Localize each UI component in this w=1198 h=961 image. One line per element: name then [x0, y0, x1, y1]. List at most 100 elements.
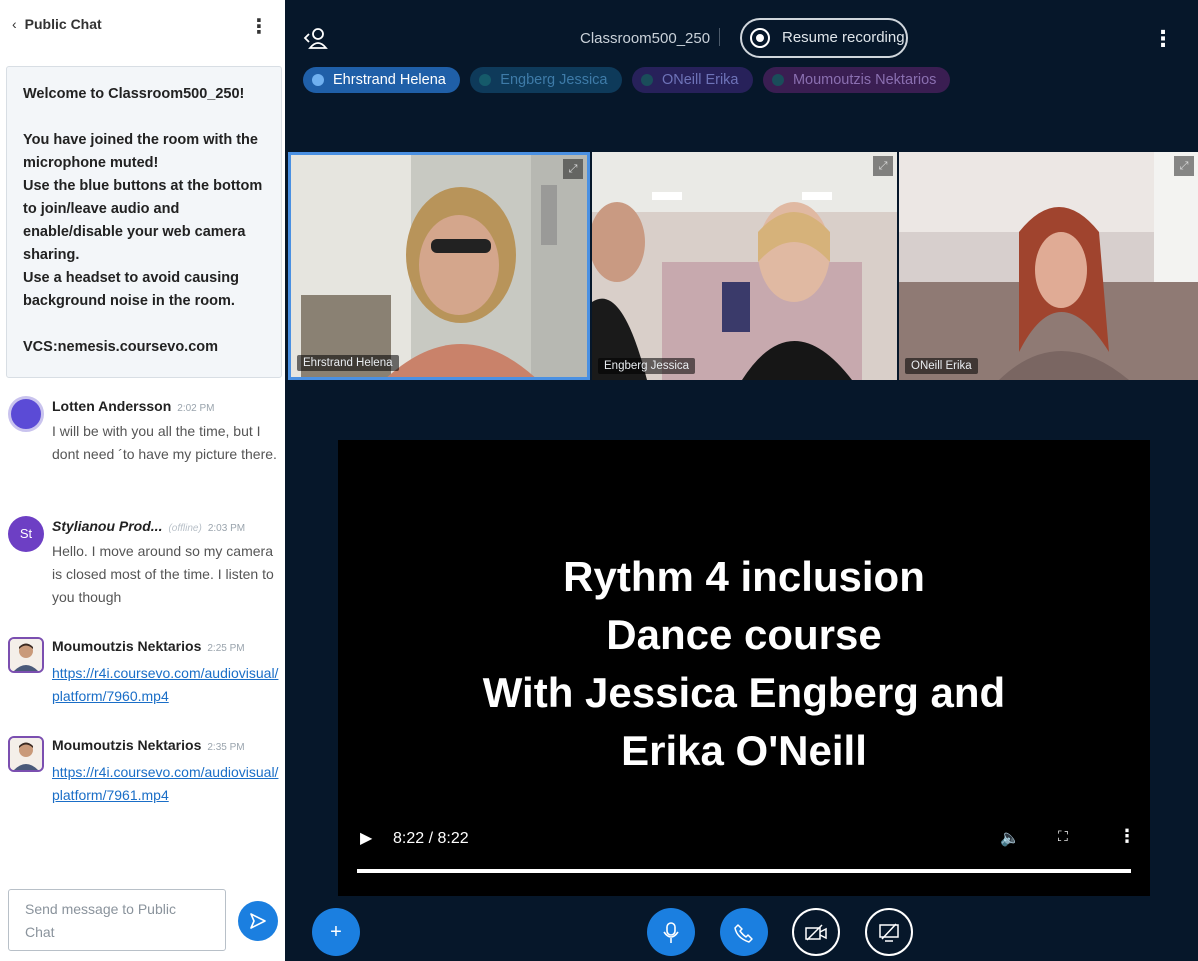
person-icon [10, 738, 42, 770]
webcam-tile[interactable]: Engberg Jessica ⤢ [592, 152, 897, 380]
tile-user-name[interactable]: ONeill Erika [905, 358, 978, 374]
external-video-player[interactable]: Rythm 4 inclusion Dance course With Jess… [338, 440, 1150, 896]
welcome-suffix: ! [239, 86, 245, 102]
video-title: Rythm 4 inclusion Dance course With Jess… [338, 548, 1150, 780]
send-button[interactable] [238, 901, 278, 941]
message-author: Moumoutzis Nektarios [52, 737, 202, 753]
fullscreen-icon[interactable]: ⛶ [1058, 828, 1068, 845]
volume-icon[interactable]: 🔈 [1000, 828, 1020, 848]
webcam-video [291, 155, 587, 377]
welcome-line: Welcome to Classroom500_250! [23, 83, 271, 106]
avatar [8, 637, 44, 673]
welcome-muted-text: You have joined the room with the microp… [23, 132, 258, 171]
fullscreen-icon[interactable]: ⤢ [1174, 156, 1194, 176]
message-text: https://r4i.coursevo.com/audiovisual/pla… [52, 662, 282, 708]
options-menu-icon[interactable]: ⋮ [1152, 26, 1174, 52]
main-area: Classroom500_250 Resume recording ⋮ Ehrs… [285, 0, 1198, 961]
message-text: I will be with you all the time, but I d… [52, 423, 277, 462]
chat-options-icon[interactable]: ⋮ [249, 14, 269, 39]
divider [719, 28, 720, 46]
microphone-icon [663, 921, 679, 943]
webcam-tile[interactable]: ONeill Erika ⤢ [899, 152, 1198, 380]
video-title-line: Rythm 4 inclusion [563, 553, 925, 600]
talking-indicator: Ehrstrand Helena Engberg Jessica ONeill … [303, 67, 956, 93]
person-icon [10, 639, 42, 671]
action-bar: + [285, 906, 1198, 961]
talker-name: Moumoutzis Nektarios [792, 72, 937, 88]
video-title-line: Dance course [606, 611, 882, 658]
time-readout: 8:22 / 8:22 [393, 830, 469, 847]
video-controls: ▶ 8:22 / 8:22 🔈 ⛶ ⋮ [338, 822, 1150, 862]
talker-name: ONeill Erika [661, 72, 739, 88]
message-author: Lotten Andersson [52, 398, 172, 414]
message-header: Stylianou Prod... (offline) 2:03 PM [52, 518, 245, 534]
talker-chip[interactable]: ONeill Erika [631, 67, 753, 93]
video-title-line: Erika O'Neill [621, 727, 867, 774]
fullscreen-icon[interactable]: ⤢ [563, 159, 583, 179]
talker-chip[interactable]: Ehrstrand Helena [303, 67, 460, 93]
talker-chip[interactable]: Engberg Jessica [470, 67, 622, 93]
leave-audio-button[interactable] [720, 908, 768, 956]
webcam-video [899, 152, 1198, 380]
video-title-line: With Jessica Engberg and [482, 669, 1006, 716]
room-title: Classroom500_250 [580, 30, 711, 47]
avatar: St [8, 516, 44, 552]
message-text: https://r4i.coursevo.com/audiovisual/pla… [52, 761, 282, 807]
message-link[interactable]: https://r4i.coursevo.com/audiovisual/pla… [52, 764, 278, 803]
message-header: Moumoutzis Nektarios 2:35 PM [52, 737, 245, 753]
chat-title: Public Chat [24, 16, 102, 32]
talker-chip[interactable]: Moumoutzis Nektarios [762, 67, 951, 93]
fullscreen-icon[interactable]: ⤢ [873, 156, 893, 176]
talker-name: Engberg Jessica [500, 72, 608, 88]
message-input[interactable]: Send message to Public Chat [8, 889, 226, 951]
actions-plus-button[interactable]: + [312, 908, 360, 956]
welcome-prefix: Welcome to [23, 86, 109, 102]
phone-icon [734, 923, 753, 943]
offline-status: (offline) [168, 523, 202, 534]
message-time: 2:35 PM [207, 742, 245, 753]
microphone-icon [640, 74, 653, 86]
microphone-icon [771, 74, 784, 86]
welcome-message: Welcome to Classroom500_250! You have jo… [6, 66, 282, 378]
welcome-headset-text: Use a headset to avoid causing backgroun… [23, 270, 239, 309]
message-time: 2:02 PM [177, 403, 215, 414]
resume-recording-button[interactable]: Resume recording [740, 18, 908, 58]
message-author: Stylianou Prod... [52, 518, 163, 534]
message-header: Lotten Andersson 2:02 PM [52, 398, 215, 414]
chat-header: ‹ Public Chat ⋮ [0, 0, 285, 56]
record-icon [750, 28, 770, 48]
chat-back-button[interactable]: ‹ Public Chat [12, 16, 102, 32]
welcome-vcs-text: VCS:nemesis.coursevo.com [23, 339, 219, 355]
message-time: 2:03 PM [207, 523, 246, 534]
microphone-icon [479, 74, 492, 86]
play-icon[interactable]: ▶ [360, 828, 372, 848]
welcome-room: Classroom500_250 [108, 86, 240, 102]
screen-share-off-icon [879, 923, 899, 942]
share-webcam-button[interactable] [792, 908, 840, 956]
top-bar: Classroom500_250 Resume recording ⋮ [285, 8, 1198, 64]
chevron-left-icon: ‹ [12, 16, 17, 32]
message-header: Moumoutzis Nektarios 2:25 PM [52, 638, 245, 654]
camera-off-icon [805, 924, 827, 941]
send-icon [250, 912, 266, 929]
message-time: 2:25 PM [207, 643, 245, 654]
unmute-button[interactable] [647, 908, 695, 956]
users-list-toggle-button[interactable] [303, 26, 329, 50]
avatar [8, 736, 44, 772]
welcome-buttons-text: Use the blue buttons at the bottom to jo… [23, 178, 263, 263]
share-screen-button[interactable] [865, 908, 913, 956]
recording-label: Resume recording [782, 29, 905, 46]
message-text: Hello. I move around so my camera is clo… [52, 543, 274, 605]
message-link[interactable]: https://r4i.coursevo.com/audiovisual/pla… [52, 665, 278, 704]
webcam-video [592, 152, 897, 380]
plus-icon: + [330, 921, 342, 943]
video-progress-bar[interactable] [357, 869, 1131, 873]
microphone-icon [312, 74, 324, 86]
tile-user-name[interactable]: Engberg Jessica [598, 358, 696, 374]
tile-user-name[interactable]: Ehrstrand Helena [297, 355, 399, 371]
chat-panel: ‹ Public Chat ⋮ Welcome to Classroom500_2… [0, 0, 285, 961]
more-options-icon[interactable]: ⋮ [1118, 826, 1136, 847]
talker-name: Ehrstrand Helena [333, 72, 446, 88]
webcam-tile[interactable]: Ehrstrand Helena ⤢ [288, 152, 590, 380]
message-author: Moumoutzis Nektarios [52, 638, 202, 654]
